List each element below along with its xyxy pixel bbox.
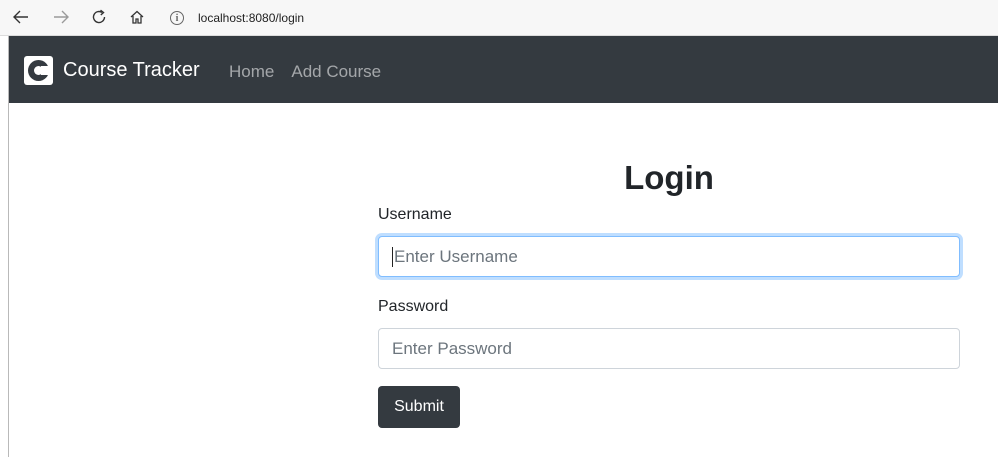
forward-button[interactable] <box>50 6 72 28</box>
reload-icon <box>92 9 106 24</box>
reload-button[interactable] <box>88 6 110 28</box>
nav-link-home[interactable]: Home <box>229 62 274 82</box>
username-label: Username <box>378 206 452 223</box>
nav-link-add-course[interactable]: Add Course <box>291 62 381 82</box>
password-placeholder: Enter Password <box>392 338 512 358</box>
arrow-right-icon <box>54 10 69 24</box>
arrow-left-icon <box>13 10 28 24</box>
username-placeholder: Enter Username <box>394 246 518 266</box>
back-button[interactable] <box>10 6 32 28</box>
password-input[interactable]: Enter Password <box>378 328 960 369</box>
browser-toolbar: i localhost:8080/login <box>0 0 998 36</box>
info-icon[interactable]: i <box>170 11 184 25</box>
address-bar[interactable]: i localhost:8080/login <box>170 7 990 29</box>
url-text[interactable]: localhost:8080/login <box>198 11 304 25</box>
course-tracker-logo-icon <box>24 56 53 85</box>
navbar-links: Home Add Course <box>229 62 381 82</box>
page-viewport: Course Tracker Home Add Course Login Use… <box>8 36 998 457</box>
password-label: Password <box>378 298 449 315</box>
username-input[interactable]: Enter Username <box>378 236 960 277</box>
page-title: Login <box>624 159 714 196</box>
text-caret <box>392 246 393 267</box>
navbar: Course Tracker Home Add Course <box>9 36 998 103</box>
navbar-brand[interactable]: Course Tracker <box>24 56 200 85</box>
home-button[interactable] <box>126 6 148 28</box>
home-icon <box>130 10 144 24</box>
submit-button[interactable]: Submit <box>378 386 460 428</box>
brand-name: Course Tracker <box>63 59 200 81</box>
